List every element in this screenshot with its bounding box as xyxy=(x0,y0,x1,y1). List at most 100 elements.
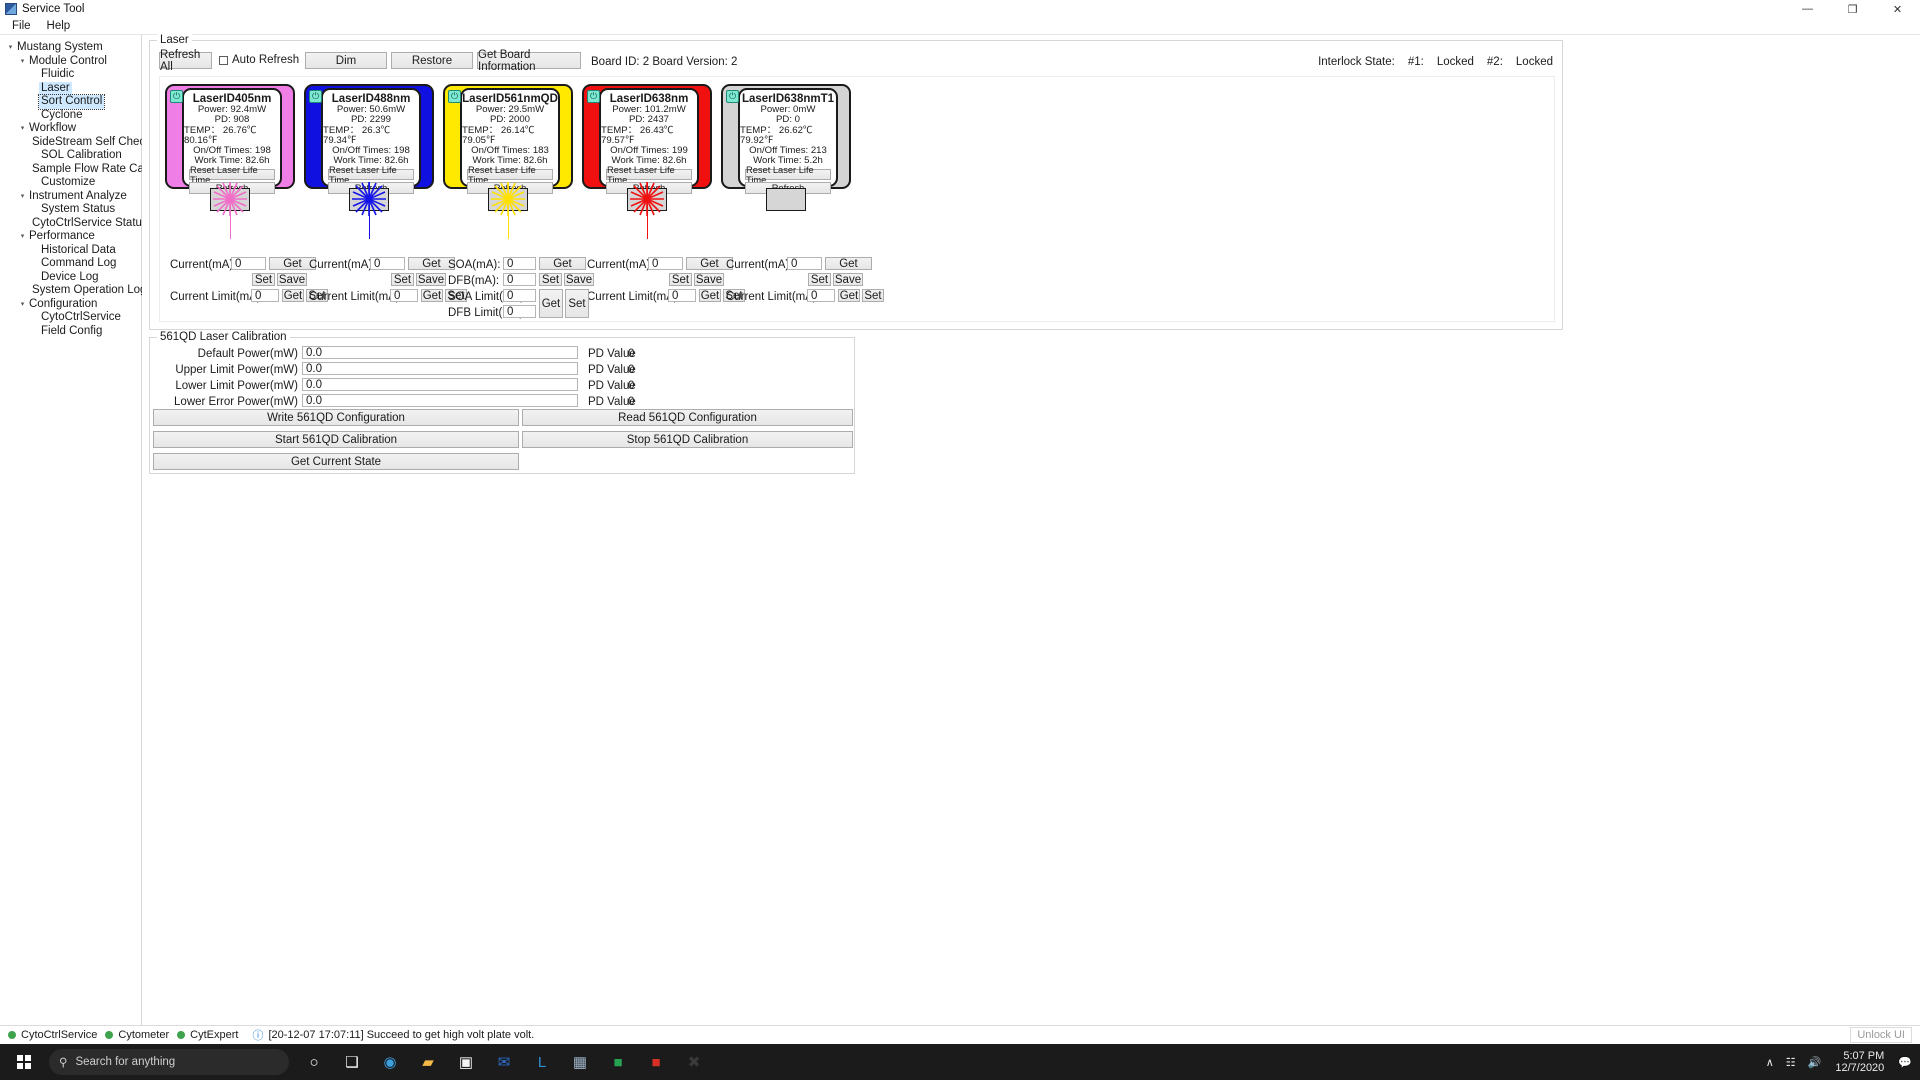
sidebar-item-cyclone[interactable]: Cyclone xyxy=(0,109,141,123)
current-limit-input-405nm[interactable]: 0 xyxy=(251,289,279,302)
maximize-button[interactable]: ❐ xyxy=(1830,0,1875,18)
menu-item-file[interactable]: File xyxy=(4,19,39,33)
auto-refresh-box-icon[interactable] xyxy=(219,55,228,65)
taskbar-cortana-icon[interactable]: ○ xyxy=(295,1044,333,1080)
calibration-row-input[interactable]: 0.0 xyxy=(302,346,578,359)
sidebar-item-mustang-system[interactable]: ▾ Mustang System xyxy=(0,41,141,55)
read-561qd-configuration-button[interactable]: Read 561QD Configuration xyxy=(522,409,853,426)
taskbar-search-input[interactable]: ⚲ Search for anything xyxy=(49,1049,289,1075)
soa-input[interactable]: 0 xyxy=(503,257,536,270)
volume-icon[interactable]: 🔊 xyxy=(1808,1056,1822,1069)
sidebar-item-sort-control[interactable]: Sort Control xyxy=(0,94,141,110)
taskbar-task-view-icon[interactable]: ❑ xyxy=(333,1044,371,1080)
current-get-button-638nmT1[interactable]: Get xyxy=(825,257,872,270)
get-board-information-button[interactable]: Get Board Information xyxy=(477,49,581,73)
auto-refresh-checkbox[interactable]: Auto Refresh xyxy=(219,54,299,66)
tree-expander-icon[interactable]: ▾ xyxy=(18,298,27,312)
reset-laser-life-time-button[interactable]: Reset Laser Life Time xyxy=(189,165,275,185)
reset-laser-life-time-button[interactable]: Reset Laser Life Time xyxy=(467,165,553,185)
laser-power-toggle-LaserID638nmT1[interactable]: ⏻ xyxy=(726,90,739,103)
taskbar-clock[interactable]: 5:07 PM 12/7/2020 xyxy=(1835,1050,1884,1074)
current-limit-get-button-638nm[interactable]: Get xyxy=(699,289,721,302)
laser-power-toggle-LaserID405nm[interactable]: ⏻ xyxy=(170,90,183,103)
tree-expander-icon[interactable]: ▾ xyxy=(18,122,27,136)
taskbar-app-l-icon[interactable]: L xyxy=(523,1044,561,1080)
tree-expander-icon[interactable]: ▾ xyxy=(6,41,15,55)
minimize-button[interactable]: — xyxy=(1785,0,1830,18)
taskbar-folder-icon[interactable]: ▰ xyxy=(409,1044,447,1080)
close-button[interactable]: ✕ xyxy=(1875,0,1920,18)
current-set-button-638nm[interactable]: Set xyxy=(669,273,692,286)
taskbar-outlook-icon[interactable]: ✉ xyxy=(485,1044,523,1080)
sidebar-item-sol-calibration[interactable]: SOL Calibration xyxy=(0,149,141,163)
current-set-button-405nm[interactable]: Set xyxy=(252,273,275,286)
reset-laser-life-time-button[interactable]: Reset Laser Life Time xyxy=(606,165,692,185)
sidebar-item-fluidic[interactable]: Fluidic xyxy=(0,68,141,82)
sidebar-item-cytoctrlservice-status[interactable]: CytoCtrlService Status xyxy=(0,217,148,231)
current-set-button-488nm[interactable]: Set xyxy=(391,273,414,286)
current-input-405nm[interactable]: 0 xyxy=(231,257,266,270)
sidebar-item-command-log[interactable]: Command Log xyxy=(0,257,141,271)
sidebar-item-sample-flow-rate-calibration[interactable]: Sample Flow Rate Calibration xyxy=(0,163,184,177)
restore-button[interactable]: Restore xyxy=(391,52,473,69)
network-icon[interactable]: ☷ xyxy=(1786,1056,1796,1069)
calibration-row-input[interactable]: 0.0 xyxy=(302,378,578,391)
navigation-tree[interactable]: ▾ Mustang System ▾ Module Control Fluidic Las… xyxy=(0,35,184,1080)
get-current-state-button[interactable]: Get Current State xyxy=(153,453,519,470)
laser-power-toggle-LaserID561nmQD[interactable]: ⏻ xyxy=(448,90,461,103)
taskbar-app-grid-icon[interactable]: ▦ xyxy=(561,1044,599,1080)
notifications-icon[interactable]: 💬 xyxy=(1898,1056,1912,1069)
sidebar-item-workflow[interactable]: ▾ Workflow xyxy=(0,122,141,136)
tree-expander-icon[interactable]: ▾ xyxy=(18,55,27,69)
write-561qd-configuration-button[interactable]: Write 561QD Configuration xyxy=(153,409,519,426)
sidebar-item-module-control[interactable]: ▾ Module Control xyxy=(0,55,141,69)
current-limit-get-button-488nm[interactable]: Get xyxy=(421,289,443,302)
laser-power-toggle-LaserID638nm[interactable]: ⏻ xyxy=(587,90,600,103)
taskbar-app-tool-icon[interactable]: ✖ xyxy=(675,1044,713,1080)
current-limit-input-488nm[interactable]: 0 xyxy=(390,289,418,302)
reset-laser-life-time-button[interactable]: Reset Laser Life Time xyxy=(328,165,414,185)
sidebar-item-system-operation-log[interactable]: System Operation Log xyxy=(0,284,146,298)
sidebar-item-performance[interactable]: ▾ Performance xyxy=(0,230,141,244)
current-save-button-488nm[interactable]: Save xyxy=(416,273,446,286)
sidebar-item-device-log[interactable]: Device Log xyxy=(0,271,141,285)
tree-expander-icon[interactable]: ▾ xyxy=(18,230,27,244)
stop-561qd-calibration-button[interactable]: Stop 561QD Calibration xyxy=(522,431,853,448)
tree-expander-icon[interactable]: ▾ xyxy=(18,190,27,204)
current-input-488nm[interactable]: 0 xyxy=(370,257,405,270)
start-561qd-calibration-button[interactable]: Start 561QD Calibration xyxy=(153,431,519,448)
dfb-limit-input[interactable]: 0 xyxy=(503,305,536,318)
tray-chevron-icon[interactable]: ∧ xyxy=(1766,1056,1774,1069)
soa-limit-input[interactable]: 0 xyxy=(503,289,536,302)
dim-button[interactable]: Dim xyxy=(305,52,387,69)
sidebar-item-cytoctrlservice[interactable]: CytoCtrlService xyxy=(0,311,141,325)
laser-power-toggle-LaserID488nm[interactable]: ⏻ xyxy=(309,90,322,103)
calibration-row-input[interactable]: 0.0 xyxy=(302,362,578,375)
refresh-all-button[interactable]: Refresh All xyxy=(159,49,212,73)
soa-get-button[interactable]: Get xyxy=(539,257,586,270)
dfb-set-button[interactable]: Set xyxy=(539,273,562,286)
taskbar-apps[interactable]: ○ ❑ ◉ ▰ ▣ ✉ L ▦ ■ ■ ✖ xyxy=(295,1044,713,1080)
calibration-row-input[interactable]: 0.0 xyxy=(302,394,578,407)
sidebar-item-customize[interactable]: Customize xyxy=(0,176,141,190)
taskbar-edge-icon[interactable]: ◉ xyxy=(371,1044,409,1080)
current-save-button-638nmT1[interactable]: Save xyxy=(833,273,863,286)
limit-set-button-561[interactable]: Set xyxy=(565,289,589,318)
taskbar-app-red-icon[interactable]: ■ xyxy=(637,1044,675,1080)
current-limit-input-638nmT1[interactable]: 0 xyxy=(807,289,835,302)
current-limit-set-button-638nmT1[interactable]: Set xyxy=(862,289,884,302)
taskbar-store-icon[interactable]: ▣ xyxy=(447,1044,485,1080)
sidebar-item-configuration[interactable]: ▾ Configuration xyxy=(0,298,141,312)
current-input-638nm[interactable]: 0 xyxy=(648,257,683,270)
dfb-input[interactable]: 0 xyxy=(503,273,536,286)
sidebar-item-sidestream-self-check[interactable]: SideStream Self Check xyxy=(0,136,151,150)
current-limit-get-button-405nm[interactable]: Get xyxy=(282,289,304,302)
reset-laser-life-time-button[interactable]: Reset Laser Life Time xyxy=(745,165,831,185)
current-limit-input-638nm[interactable]: 0 xyxy=(668,289,696,302)
sidebar-item-field-config[interactable]: Field Config xyxy=(0,325,141,339)
current-set-button-638nmT1[interactable]: Set xyxy=(808,273,831,286)
limit-get-button-561[interactable]: Get xyxy=(539,289,563,318)
unlock-ui-button[interactable]: Unlock UI xyxy=(1850,1027,1912,1043)
current-save-button-405nm[interactable]: Save xyxy=(277,273,307,286)
sidebar-item-historical-data[interactable]: Historical Data xyxy=(0,244,141,258)
